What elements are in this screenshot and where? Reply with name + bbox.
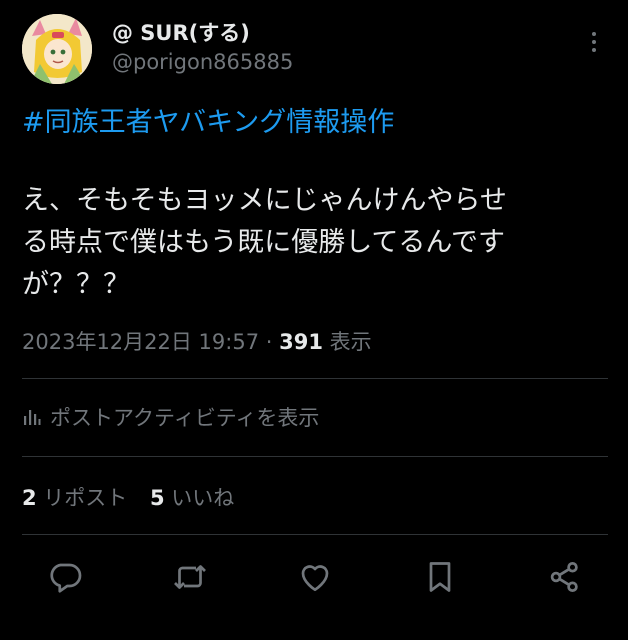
post-text: え、そもそもヨッメにじゃんけんやらせ る時点で僕はもう既に優勝してるんです が？… [22, 180, 612, 306]
share-icon [550, 562, 578, 592]
hashtag-link[interactable]: #同族王者ヤバキング情報操作 [22, 100, 394, 139]
views-label: 表示 [322, 330, 372, 354]
author-display-name[interactable]: @ SUR(する) [112, 17, 250, 47]
reposts-count: 2 [22, 486, 37, 510]
meta-separator: · [259, 330, 280, 354]
post-detail: @ SUR(する) @porigon865885 #同族王者ヤバキング情報操作 … [0, 0, 628, 640]
likes-label: いいね [164, 486, 235, 510]
avatar[interactable] [22, 14, 92, 84]
repost-button[interactable] [170, 557, 210, 597]
more-options-icon[interactable] [580, 26, 608, 58]
reply-button[interactable] [45, 557, 85, 597]
author-handle[interactable]: @porigon865885 [112, 50, 293, 74]
avatar-image [22, 14, 92, 84]
bookmark-icon [429, 562, 451, 592]
likes-count: 5 [150, 486, 165, 510]
views-count: 391 [279, 330, 323, 354]
action-bar [0, 553, 628, 599]
reply-icon [50, 563, 82, 593]
post-text-line: え、そもそもヨッメにじゃんけんやらせ [22, 185, 507, 216]
divider [22, 534, 608, 535]
post-timestamp[interactable]: 2023年12月22日 19:57 [22, 330, 259, 354]
view-post-activity-label: ポストアクティビティを表示 [50, 406, 320, 430]
repost-icon [174, 565, 206, 589]
like-icon [301, 565, 329, 592]
post-stats: 2 リポスト 5 いいね [22, 482, 250, 512]
share-button[interactable] [545, 557, 585, 597]
post-meta: 2023年12月22日 19:57 · 391 表示 [22, 326, 372, 356]
likes-stat[interactable]: 5 いいね [150, 486, 234, 510]
like-button[interactable] [295, 557, 335, 597]
divider [22, 456, 608, 457]
divider [22, 378, 608, 379]
view-post-activity-link[interactable]: ポストアクティビティを表示 [22, 402, 319, 432]
post-text-line: が？？？ [22, 269, 130, 300]
reposts-stat[interactable]: 2 リポスト [22, 486, 127, 510]
bar-chart-icon [24, 410, 41, 425]
post-text-line: る時点で僕はもう既に優勝してるんです [22, 227, 506, 258]
bookmark-button[interactable] [420, 557, 460, 597]
reposts-label: リポスト [36, 486, 128, 510]
